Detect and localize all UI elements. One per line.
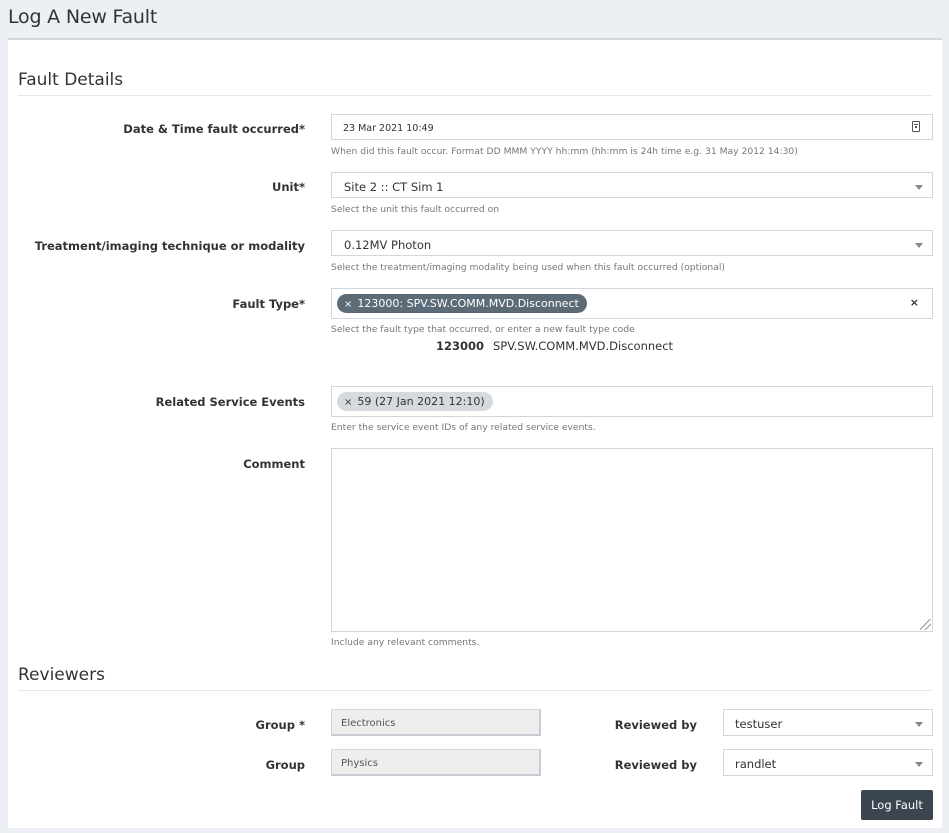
calendar-icon[interactable] (912, 121, 920, 132)
fault-type-name: SPV.SW.COMM.MVD.Disconnect (493, 339, 674, 353)
reviewer-value: testuser (735, 717, 783, 731)
resize-handle-icon[interactable] (920, 619, 931, 630)
clear-icon[interactable]: × (910, 296, 919, 309)
comment-label: Comment (243, 457, 305, 471)
unit-value: Site 2 :: CT Sim 1 (344, 180, 444, 194)
remove-icon[interactable]: × (344, 299, 352, 310)
related-events-help: Enter the service event IDs of any relat… (331, 422, 596, 433)
reviewer-value: randlet (735, 757, 777, 771)
related-events-label: Related Service Events (155, 395, 305, 409)
fault-type-chip[interactable]: × 123000: SPV.SW.COMM.MVD.Disconnect (337, 294, 587, 313)
group-label: Group * (255, 718, 305, 732)
related-event-chip[interactable]: × 59 (27 Jan 2021 12:10) (337, 392, 493, 411)
reviewed-by-label: Reviewed by (614, 758, 697, 772)
reviewed-by-label: Reviewed by (614, 718, 697, 732)
chevron-down-icon (915, 762, 923, 767)
related-event-chip-label: 59 (27 Jan 2021 12:10) (357, 395, 485, 408)
section-divider (18, 690, 932, 691)
date-time-label: Date & Time fault occurred* (123, 122, 305, 136)
date-time-input[interactable]: 23 Mar 2021 10:49 (331, 114, 933, 140)
unit-label: Unit* (272, 180, 305, 194)
group-label: Group (265, 758, 305, 772)
group-field: Physics (331, 749, 541, 776)
fault-type-chip-label: 123000: SPV.SW.COMM.MVD.Disconnect (357, 297, 579, 310)
page-title: Log A New Fault (8, 6, 158, 28)
chevron-down-icon (915, 185, 923, 190)
chevron-down-icon (915, 243, 923, 248)
fault-form: Fault Details Date & Time fault occurred… (8, 38, 942, 828)
comment-textarea[interactable] (331, 448, 933, 632)
comment-help: Include any relevant comments. (331, 637, 480, 648)
fault-type-label: Fault Type* (232, 297, 305, 311)
date-time-value: 23 Mar 2021 10:49 (343, 123, 434, 134)
fault-details-title: Fault Details (18, 70, 124, 90)
date-time-help: When did this fault occur. Format DD MMM… (331, 146, 798, 157)
reviewer-select[interactable]: testuser (723, 709, 933, 736)
modality-help: Select the treatment/imaging modality be… (331, 262, 725, 273)
modality-value: 0.12MV Photon (344, 238, 432, 252)
unit-help: Select the unit this fault occurred on (331, 204, 500, 215)
reviewer-select[interactable]: randlet (723, 749, 933, 776)
fault-type-select[interactable]: × 123000: SPV.SW.COMM.MVD.Disconnect × (331, 288, 933, 319)
log-fault-button[interactable]: Log Fault (861, 790, 933, 820)
group-value: Electronics (341, 718, 396, 729)
chevron-down-icon (915, 722, 923, 727)
unit-select[interactable]: Site 2 :: CT Sim 1 (331, 172, 933, 198)
reviewers-title: Reviewers (18, 665, 105, 685)
related-events-select[interactable]: × 59 (27 Jan 2021 12:10) (331, 386, 933, 417)
modality-label: Treatment/imaging technique or modality (34, 239, 305, 253)
fault-type-help: Select the fault type that occurred, or … (331, 324, 635, 335)
fault-type-code: 123000 (436, 339, 485, 353)
section-divider (18, 95, 932, 96)
group-value: Physics (341, 758, 378, 769)
modality-select[interactable]: 0.12MV Photon (331, 230, 933, 256)
group-field: Electronics (331, 709, 541, 736)
remove-icon[interactable]: × (344, 397, 352, 408)
